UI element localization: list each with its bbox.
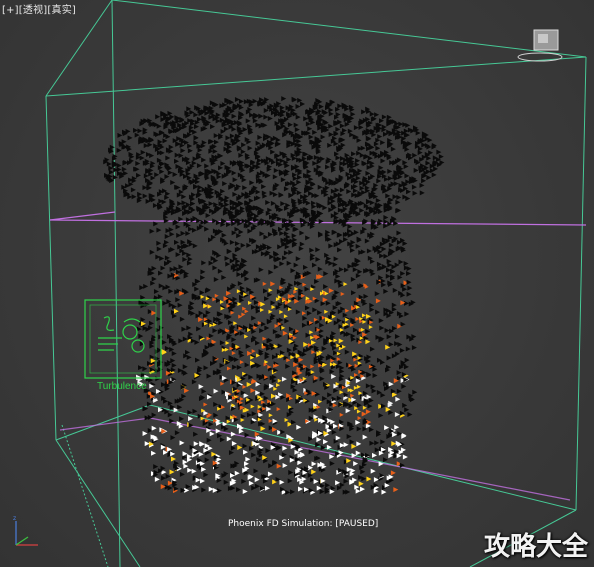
camera-icon[interactable]	[517, 29, 563, 62]
turbulence-helper-icon	[98, 316, 145, 353]
viewport-view-mode[interactable]: [透视]	[19, 1, 48, 16]
turbulence-label: Turbulence	[97, 381, 147, 392]
watermark-logo: 攻略大全	[483, 532, 588, 562]
3d-viewport[interactable]: Turbulence [+][透视][真实] z Phoenix FD Simu…	[0, 0, 594, 567]
simulation-status: Phoenix FD Simulation: [PAUSED]	[228, 519, 379, 529]
axis-gizmo-icon: z	[13, 515, 38, 546]
svg-text:z: z	[13, 515, 16, 522]
viewport-scene[interactable]: Turbulence	[0, 0, 594, 567]
viewport-menu-plus[interactable]: [+]	[2, 5, 19, 16]
viewport-label[interactable]: [+][透视][真实]	[2, 1, 76, 16]
viewport-shading-mode[interactable]: [真实]	[47, 1, 76, 16]
